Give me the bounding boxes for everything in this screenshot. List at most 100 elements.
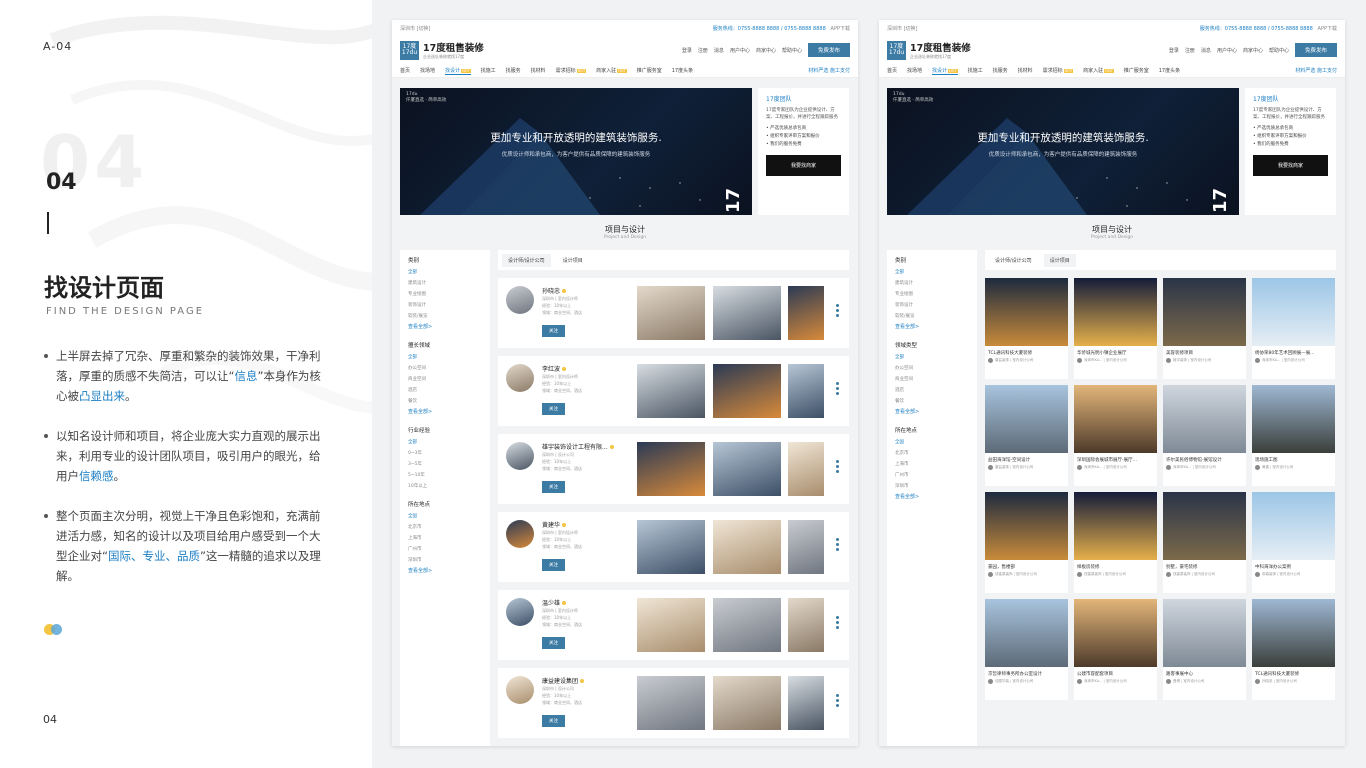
tab-designers[interactable]: 设计师/设计公司 [989, 254, 1038, 267]
project-card[interactable]: 中科海洋办公案例 帝森装饰 | 室内设计公司 [1252, 492, 1335, 593]
tab-designers[interactable]: 设计师/设计公司 [502, 253, 551, 267]
header-link-register[interactable]: 注册 [698, 47, 708, 54]
site-logo[interactable]: 17度 17du 17度租售装修 企业选址装修就找17度 [400, 40, 484, 60]
filter-option[interactable]: 全部 [408, 352, 482, 363]
project-image[interactable] [1252, 385, 1335, 453]
filter-more-link[interactable]: 查看全部> [408, 566, 482, 577]
project-card[interactable]: 杨协荣80年艺术回顾展—展... 深圳市KA... | 室内设计公司 [1252, 278, 1335, 379]
filter-option[interactable]: 装饰设计 [408, 300, 482, 311]
nav-construction[interactable]: 找施工 [481, 67, 496, 74]
project-image[interactable] [1163, 385, 1246, 453]
filter-option[interactable]: 全部 [895, 352, 969, 363]
filter-option[interactable]: 深圳市 [408, 555, 482, 566]
project-image[interactable] [1074, 492, 1157, 560]
more-vertical-icon[interactable] [836, 460, 839, 475]
header-link-login[interactable]: 登录 [682, 47, 692, 54]
header-link-help[interactable]: 帮助中心 [782, 47, 802, 54]
filter-option[interactable]: 软装/展览 [408, 311, 482, 322]
filter-option[interactable]: 专业绘图 [408, 289, 482, 300]
project-card[interactable]: 京哲律师事务所办公室设计 佳图华装 | 室内设计公司 [985, 599, 1068, 700]
more-vertical-icon[interactable] [836, 616, 839, 631]
follow-button[interactable]: 关注 [542, 481, 565, 493]
nav-merchant-join[interactable]: 商家入驻 HOT [1083, 67, 1114, 74]
nav-material[interactable]: 找材料 [1018, 67, 1033, 74]
filter-option[interactable]: 办公空间 [895, 363, 969, 374]
project-card[interactable]: 华侨城光明小镇企业展厅 深圳市KA... | 室内设计公司 [1074, 278, 1157, 379]
avatar[interactable] [506, 442, 534, 470]
filter-option[interactable]: 全部 [408, 267, 482, 278]
nav-right-links[interactable]: 材料严选 施工支付 [1295, 67, 1337, 74]
project-card[interactable]: 现场施工图 黄建 | 室内设计公司 [1252, 385, 1335, 486]
nav-promotion[interactable]: 推广服务室 [637, 67, 662, 74]
nav-venue[interactable]: 找场地 [420, 67, 435, 74]
more-vertical-icon[interactable] [836, 694, 839, 709]
project-image[interactable] [985, 599, 1068, 667]
project-photo[interactable] [637, 520, 705, 574]
filter-option[interactable]: 全国 [895, 437, 969, 448]
header-link-help[interactable]: 帮助中心 [1269, 47, 1289, 54]
project-title[interactable]: 现场施工图 [1252, 453, 1335, 465]
nav-tender[interactable]: 需求招标 HOT [1043, 67, 1074, 74]
project-photo[interactable] [713, 676, 781, 730]
follow-button[interactable]: 关注 [542, 403, 565, 415]
project-title[interactable]: 许尔美民俗博物馆-展馆设计 [1163, 453, 1246, 465]
project-photo[interactable] [713, 520, 781, 574]
project-image[interactable] [985, 385, 1068, 453]
filter-option[interactable]: 0~3年 [408, 448, 482, 459]
designer-card[interactable]: 李红波 深圳市 | 室内设计师 经验：10年以上 领域：商业空间、酒店 关注 [498, 356, 849, 426]
filter-option[interactable]: 3~5年 [408, 459, 482, 470]
filter-option[interactable]: 商业空间 [895, 374, 969, 385]
project-photo[interactable] [637, 364, 705, 418]
project-photo[interactable] [637, 676, 705, 730]
designer-card[interactable]: 黄建华 深圳市 | 室内设计师 经验：10年以上 领域：商业空间、酒店 关注 [498, 512, 849, 582]
designer-card[interactable]: 温少雄 深圳市 | 室内设计师 经验：10年以上 领域：商业空间、酒店 关注 [498, 590, 849, 660]
filter-option[interactable]: 广州市 [408, 544, 482, 555]
project-photo[interactable] [713, 286, 781, 340]
filter-option[interactable]: 餐饮 [408, 396, 482, 407]
designer-card[interactable]: 孙晓忠 深圳市 | 室内设计师 经验：10年以上 领域：商业空间、酒店 关注 [498, 278, 849, 348]
project-photo[interactable] [637, 442, 705, 496]
project-card[interactable]: 样板房装修 钱塞泉装饰 | 室内设计公司 [1074, 492, 1157, 593]
project-card[interactable]: TCL通讯科技大厦装修 康益装饰 | 室内设计公司 [985, 278, 1068, 379]
nav-tender[interactable]: 需求招标 HOT [556, 67, 587, 74]
project-title[interactable]: 别墅，豪宅装修 [1163, 560, 1246, 572]
project-photo[interactable] [788, 676, 824, 730]
project-card[interactable]: 公建市容配套项目 深圳市KA... | 室内设计公司 [1074, 599, 1157, 700]
project-photo[interactable] [713, 442, 781, 496]
nav-venue[interactable]: 找场地 [907, 67, 922, 74]
project-image[interactable] [985, 492, 1068, 560]
nav-headlines[interactable]: 17度头条 [1159, 67, 1180, 74]
filter-option[interactable]: 全部 [408, 437, 482, 448]
find-merchant-button[interactable]: 我要找商家 [766, 155, 841, 176]
site-logo[interactable]: 17度 17du 17度租售装修 企业选址装修就找17度 [887, 40, 971, 60]
avatar[interactable] [506, 364, 534, 392]
nav-design[interactable]: 找设计 HOT [445, 67, 471, 75]
project-image[interactable] [1252, 492, 1335, 560]
find-merchant-button[interactable]: 我要找商家 [1253, 155, 1328, 176]
project-photo[interactable] [788, 520, 824, 574]
project-title[interactable]: 益田海洋馆-空间设计 [985, 453, 1068, 465]
project-image[interactable] [1163, 599, 1246, 667]
city-switch[interactable]: 深圳市 [切换] [400, 25, 431, 32]
nav-material[interactable]: 找材料 [531, 67, 546, 74]
avatar[interactable] [506, 520, 534, 548]
project-card[interactable]: 美容装修项目 雄宇装饰 | 室内设计公司 [1163, 278, 1246, 379]
filter-option[interactable]: 专业绘图 [895, 289, 969, 300]
tab-projects[interactable]: 设计项目 [557, 254, 589, 267]
project-photo[interactable] [713, 364, 781, 418]
project-image[interactable] [1163, 278, 1246, 346]
designer-card[interactable]: 康益建设集团 深圳市 | 设计公司 经验：10年以上 领域：商业空间、酒店 关注 [498, 668, 849, 738]
nav-design[interactable]: 找设计 HOT [932, 67, 958, 75]
project-photo[interactable] [713, 598, 781, 652]
project-title[interactable]: 豪园，售楼部 [985, 560, 1068, 572]
filter-option[interactable]: 酒店 [895, 385, 969, 396]
project-image[interactable] [1252, 599, 1335, 667]
filter-option[interactable]: 5~10年 [408, 470, 482, 481]
project-card[interactable]: 许尔美民俗博物馆-展馆设计 深圳市KA... | 室内设计公司 [1163, 385, 1246, 486]
project-image[interactable] [1074, 385, 1157, 453]
designer-name[interactable]: 温少雄 [542, 598, 567, 607]
filter-option[interactable]: 酒店 [408, 385, 482, 396]
filter-option[interactable]: 上海市 [408, 533, 482, 544]
nav-merchant-join[interactable]: 商家入驻 HOT [596, 67, 627, 74]
designer-name[interactable]: 雄宇装饰设计工程有限... [542, 442, 614, 451]
